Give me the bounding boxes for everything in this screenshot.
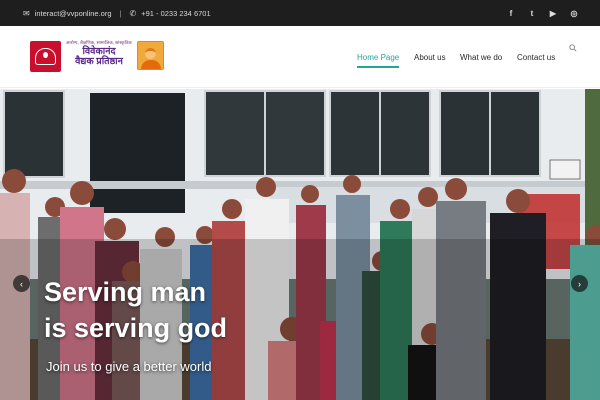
phone-link[interactable]: +91 - 0233 234 6701 — [141, 9, 210, 18]
nav-contact[interactable]: Contact us — [517, 26, 555, 88]
chevron-left-icon: ‹ — [20, 278, 23, 289]
contact-separator: | — [119, 8, 122, 18]
slider-next-button[interactable]: › — [571, 275, 588, 292]
nav-what-we-do[interactable]: What we do — [460, 26, 502, 88]
hero-headline-line1: Serving man — [44, 277, 207, 307]
facebook-icon[interactable]: f — [507, 9, 515, 18]
search-icon[interactable] — [569, 44, 577, 52]
youtube-icon[interactable]: ▶ — [549, 9, 557, 18]
hero-subline: Join us to give a better world — [46, 359, 212, 374]
social-links: f t ▶ ◎ — [507, 0, 578, 26]
hero-headline: Serving man is serving god — [44, 274, 227, 346]
hero-photo — [0, 89, 600, 400]
contact-info: ✉ interact@vvponline.org | ✆ +91 - 0233 … — [23, 0, 211, 26]
email-link[interactable]: interact@vvponline.org — [35, 9, 112, 18]
hero-headline-line2: is serving god — [44, 313, 228, 343]
envelope-icon: ✉ — [23, 8, 30, 18]
hero-slider: ‹ › Serving man is serving god Join us t… — [0, 89, 600, 400]
twitter-icon[interactable]: t — [528, 9, 536, 18]
phone-icon: ✆ — [129, 8, 137, 18]
chevron-right-icon: › — [578, 278, 581, 289]
nav-about[interactable]: About us — [414, 26, 446, 88]
top-bar: ✉ interact@vvponline.org | ✆ +91 - 0233 … — [0, 0, 600, 26]
main-nav: Home Page About us What we do Contact us — [0, 26, 600, 88]
nav-home[interactable]: Home Page — [357, 26, 400, 88]
slider-prev-button[interactable]: ‹ — [13, 275, 30, 292]
instagram-icon[interactable]: ◎ — [570, 9, 578, 18]
